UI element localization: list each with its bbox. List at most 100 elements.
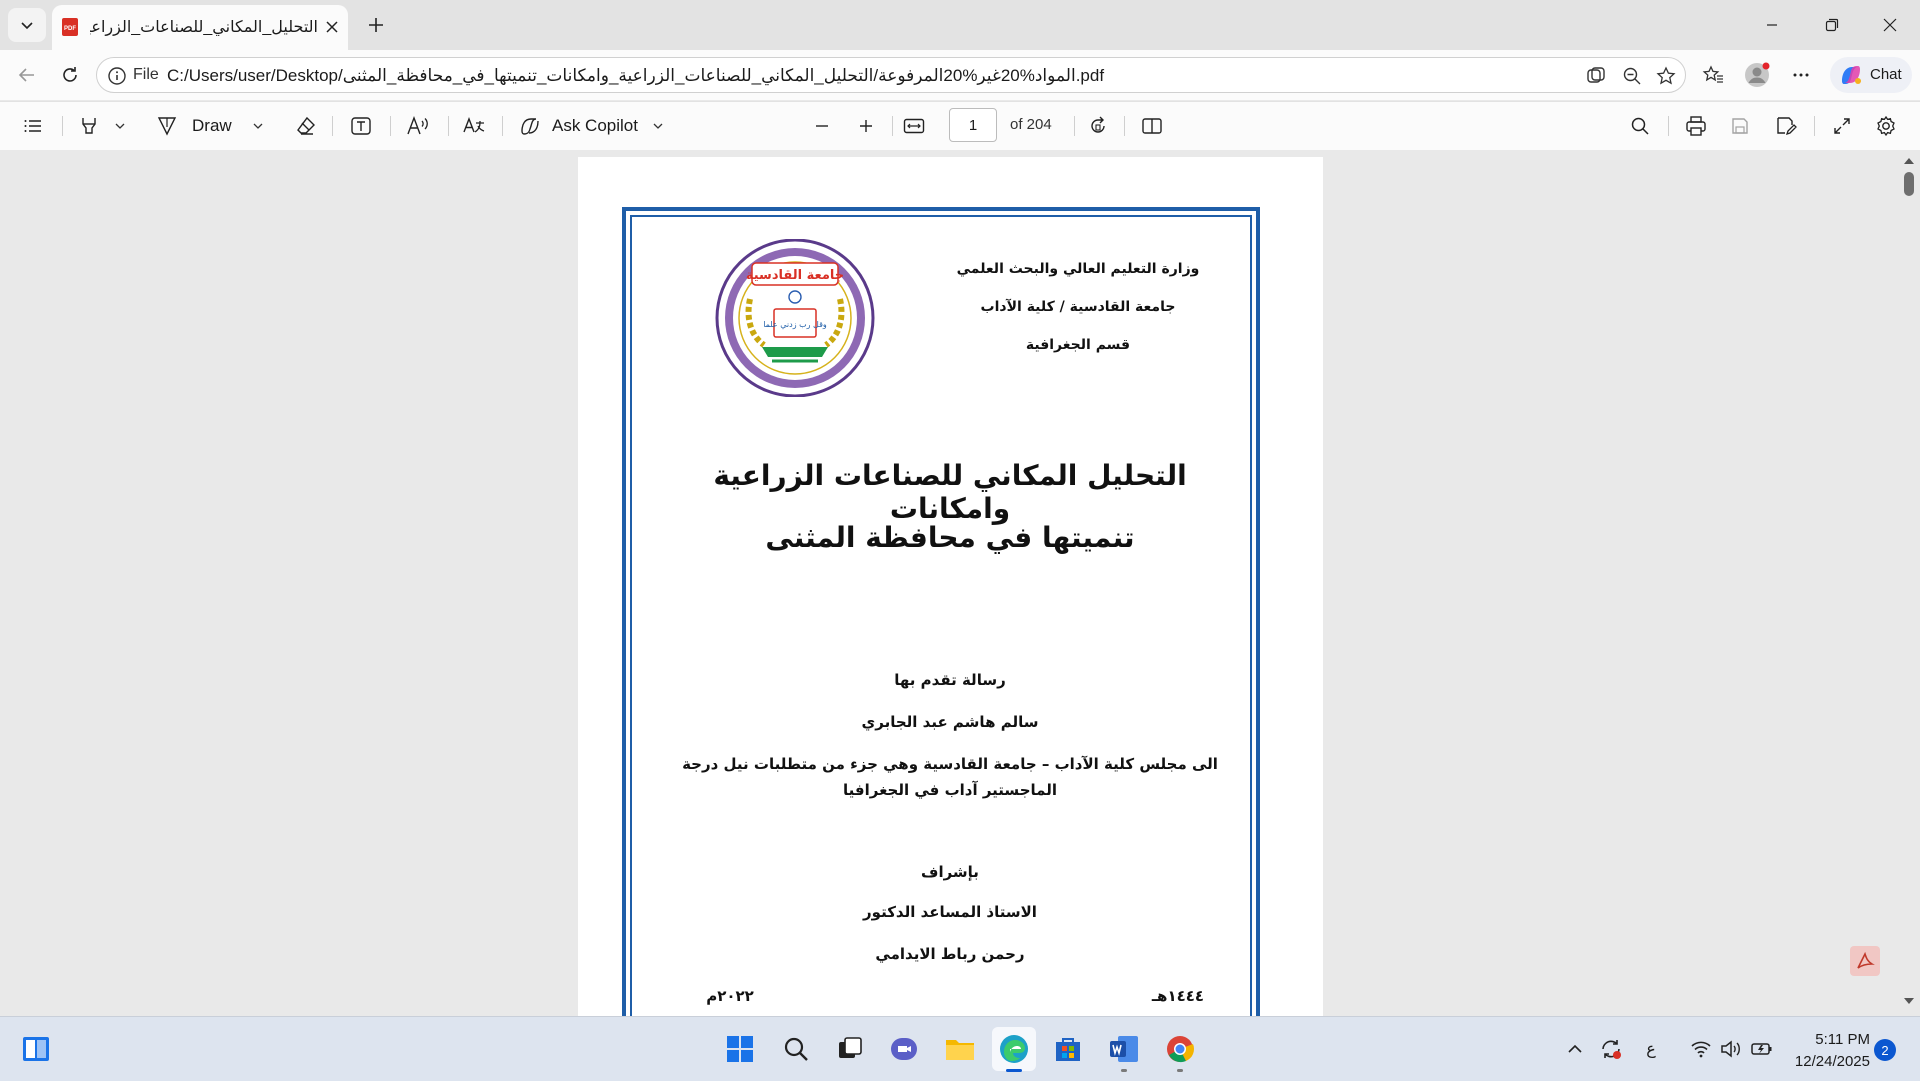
highlighter-icon bbox=[82, 118, 96, 134]
printer-icon bbox=[1686, 116, 1706, 136]
erase-button[interactable] bbox=[290, 110, 322, 142]
contents-button[interactable] bbox=[18, 110, 48, 142]
council-statement-line2: الماجستير آداب في الجغرافيا bbox=[843, 781, 1057, 799]
navigation-bar: File C:/Users/user/Desktop/المواد%20غير%… bbox=[0, 50, 1920, 100]
ask-copilot-button[interactable]: Ask Copilot bbox=[518, 110, 678, 142]
tab-actions-button[interactable] bbox=[8, 8, 46, 42]
scroll-up-icon[interactable] bbox=[1903, 156, 1915, 166]
list-icon bbox=[24, 120, 41, 132]
divider bbox=[332, 116, 333, 136]
widgets-button[interactable] bbox=[14, 1027, 58, 1071]
close-window-button[interactable] bbox=[1860, 0, 1920, 50]
scroll-thumb[interactable] bbox=[1904, 172, 1914, 196]
star-icon bbox=[1656, 66, 1676, 85]
scheme-label: File bbox=[133, 66, 159, 83]
folder-icon bbox=[946, 1040, 974, 1060]
favorites-button[interactable] bbox=[1696, 58, 1730, 92]
widgets-icon bbox=[23, 1037, 49, 1061]
text-box-icon bbox=[351, 117, 371, 135]
read-aloud-icon bbox=[407, 116, 428, 135]
copilot-chat-button[interactable]: Chat bbox=[1830, 57, 1912, 93]
refresh-button[interactable] bbox=[53, 58, 87, 92]
highlight-button[interactable] bbox=[72, 110, 132, 142]
running-indicator bbox=[1177, 1069, 1183, 1072]
copilot-icon bbox=[521, 118, 539, 135]
gear-icon bbox=[1877, 115, 1895, 137]
submitted-by: رسالة تقدم بها bbox=[894, 671, 1006, 689]
battery-charging-icon bbox=[1751, 1043, 1772, 1055]
read-aloud-button[interactable] bbox=[400, 110, 436, 142]
expand-icon bbox=[1834, 118, 1850, 134]
translate-button[interactable] bbox=[456, 110, 492, 142]
store-button[interactable] bbox=[1046, 1027, 1090, 1071]
favorite-button[interactable] bbox=[1655, 65, 1677, 87]
zoom-out-button[interactable] bbox=[806, 110, 838, 142]
quick-settings-button[interactable] bbox=[1680, 1027, 1784, 1071]
chrome-button[interactable] bbox=[1158, 1027, 1202, 1072]
page-number-input[interactable]: 1 bbox=[949, 108, 997, 142]
find-button[interactable] bbox=[1624, 110, 1656, 142]
pdf-toolbar: Draw Ask Copilot 1 of 204 bbox=[0, 101, 1920, 151]
scroll-down-icon[interactable] bbox=[1903, 996, 1915, 1006]
volume-icon bbox=[1721, 1040, 1740, 1058]
search-icon bbox=[1631, 117, 1649, 135]
minimize-button[interactable] bbox=[1742, 0, 1802, 50]
university-header: جامعة القادسية / كلية الآداب bbox=[980, 299, 1176, 315]
profile-button[interactable] bbox=[1740, 58, 1774, 92]
sync-status-button[interactable] bbox=[1594, 1027, 1628, 1071]
address-bar[interactable]: File C:/Users/user/Desktop/المواد%20غير%… bbox=[96, 57, 1686, 93]
vertical-scrollbar[interactable] bbox=[1898, 150, 1920, 1016]
chevron-down-icon bbox=[253, 123, 263, 129]
word-button[interactable] bbox=[1102, 1027, 1146, 1072]
immersive-reader-button[interactable] bbox=[1585, 65, 1607, 87]
tab-title: التحليل_المكاني_للصناعات_الزراعية_و bbox=[90, 19, 318, 36]
info-icon[interactable] bbox=[107, 66, 127, 86]
taskbar: ع 5:11 PM 12/24/2025 2 bbox=[0, 1016, 1920, 1081]
add-text-button[interactable] bbox=[344, 110, 378, 142]
browser-tab[interactable]: PDF التحليل_المكاني_للصناعات_الزراعية_و bbox=[52, 5, 348, 50]
save-as-button[interactable] bbox=[1770, 110, 1802, 142]
gregorian-date: ٢٠٢٢م bbox=[706, 987, 754, 1005]
page-view-button[interactable] bbox=[1136, 110, 1168, 142]
avatar-icon bbox=[1745, 62, 1770, 87]
tab-close-button[interactable] bbox=[320, 15, 344, 39]
divider bbox=[1814, 116, 1815, 136]
clock-time[interactable]: 5:11 PM bbox=[1790, 1031, 1870, 1048]
input-language-indicator[interactable]: ع bbox=[1634, 1027, 1668, 1071]
divider bbox=[1668, 116, 1669, 136]
url-text[interactable]: C:/Users/user/Desktop/المواد%20غير%20الم… bbox=[167, 66, 1187, 88]
clock-date[interactable]: 12/24/2025 bbox=[1780, 1053, 1870, 1070]
settings-and-more-button[interactable] bbox=[1784, 58, 1818, 92]
task-view-button[interactable] bbox=[828, 1027, 872, 1071]
logo-motto-text: وقل رب زدني علما bbox=[763, 320, 827, 329]
back-button[interactable] bbox=[10, 58, 44, 92]
minus-icon bbox=[816, 125, 828, 127]
start-button[interactable] bbox=[718, 1027, 762, 1071]
search-button[interactable] bbox=[774, 1027, 818, 1071]
acrobat-button[interactable] bbox=[1850, 946, 1880, 976]
fit-to-page-button[interactable] bbox=[898, 110, 930, 142]
acrobat-icon bbox=[1857, 951, 1875, 969]
plus-icon bbox=[369, 18, 383, 32]
zoom-button[interactable] bbox=[1621, 65, 1643, 87]
show-hidden-icons-button[interactable] bbox=[1558, 1027, 1592, 1071]
task-view-icon bbox=[839, 1037, 862, 1058]
notification-badge[interactable]: 2 bbox=[1874, 1039, 1896, 1061]
zoom-in-button[interactable] bbox=[850, 110, 882, 142]
draw-pen-icon bbox=[157, 117, 177, 136]
favorites-star-icon bbox=[1702, 65, 1723, 83]
full-screen-button[interactable] bbox=[1826, 110, 1858, 142]
new-tab-button[interactable] bbox=[360, 10, 392, 40]
edge-button[interactable] bbox=[992, 1027, 1036, 1072]
file-explorer-button[interactable] bbox=[938, 1027, 982, 1071]
active-indicator bbox=[1006, 1069, 1022, 1072]
pdf-page: جامعة القادسية وقل رب زدني علما وزارة ال… bbox=[578, 157, 1323, 1067]
windows-icon bbox=[727, 1036, 753, 1062]
save-button[interactable] bbox=[1724, 110, 1756, 142]
restore-button[interactable] bbox=[1802, 0, 1862, 50]
rotate-button[interactable] bbox=[1082, 110, 1114, 142]
print-button[interactable] bbox=[1680, 110, 1712, 142]
draw-button[interactable]: Draw bbox=[156, 110, 272, 142]
teams-button[interactable] bbox=[882, 1027, 926, 1071]
pdf-settings-button[interactable] bbox=[1870, 110, 1902, 142]
